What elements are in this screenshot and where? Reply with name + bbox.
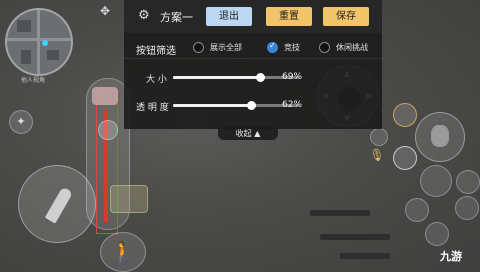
radio-competitive[interactable] (267, 41, 278, 53)
opacity-value: 62% (282, 100, 303, 110)
peek-button[interactable] (393, 103, 417, 127)
fire-button[interactable] (18, 165, 96, 243)
player-marker (42, 40, 48, 46)
filter-option-label: 休闲挑战 (336, 43, 368, 52)
fire-handle[interactable] (92, 87, 118, 105)
exit-button[interactable]: 退出 (206, 7, 252, 26)
toggle-button[interactable] (370, 128, 388, 146)
ammo-button[interactable] (110, 185, 148, 213)
crouch-icon[interactable]: 🚶 (100, 232, 146, 272)
gamepad-icon[interactable]: ✥ (94, 4, 116, 18)
bullet-icon (44, 186, 74, 224)
map-building (17, 20, 31, 32)
collapse-button[interactable]: 收起 ▲ (218, 127, 278, 140)
slider-knob[interactable] (255, 73, 265, 82)
map-building (47, 50, 59, 60)
weapon-tertiary[interactable] (340, 253, 390, 259)
radio-all[interactable] (193, 42, 204, 53)
panel-toolbar: ⚙ 方案一 退出 重置 保存 (124, 0, 382, 33)
radio-casual[interactable] (319, 42, 330, 53)
filter-option-label: 竞技 (284, 43, 300, 52)
watermark-logo: 九游 (440, 250, 462, 263)
filter-label: 按钮筛选 (136, 46, 176, 57)
deer-slot[interactable] (456, 170, 480, 194)
filter-option-all[interactable]: 展示全部 (193, 42, 242, 53)
chevron-up-icon: ▲ (254, 129, 261, 138)
filter-option-label: 展示全部 (210, 43, 242, 52)
save-button[interactable]: 保存 (323, 7, 369, 26)
gear-icon[interactable]: ⚙ (138, 9, 152, 23)
weapon-slots[interactable] (300, 198, 420, 268)
scope-button[interactable] (98, 120, 118, 140)
opacity-slider[interactable] (173, 101, 299, 110)
ammo-slot[interactable] (420, 165, 452, 197)
weapon-secondary[interactable] (320, 234, 390, 240)
item-slot[interactable] (455, 196, 479, 220)
map-building (21, 50, 31, 64)
filter-option-casual[interactable]: 休闲挑战 (319, 42, 368, 53)
size-value: 69% (282, 72, 303, 82)
scheme-name[interactable]: 方案一 (160, 9, 193, 25)
map-road (37, 10, 40, 74)
map-toggle-icon[interactable]: ✦ (9, 110, 33, 134)
divider (124, 58, 382, 59)
weapon-primary[interactable] (310, 210, 370, 216)
opacity-label: 透 明 度 (136, 103, 169, 113)
layout-settings-panel: ⚙ 方案一 退出 重置 保存 按钮筛选 展示全部 竞技 休闲挑战 大 小 69%… (124, 0, 382, 129)
minimap[interactable] (5, 8, 73, 76)
map-caption: 他人视角 (21, 77, 46, 84)
reset-button[interactable]: 重置 (266, 7, 312, 26)
emote-icon[interactable] (393, 146, 417, 170)
grenade-button[interactable] (415, 112, 465, 162)
mic-icon[interactable]: 🎙 (368, 148, 386, 170)
slider-fill (173, 104, 252, 107)
jump-button[interactable] (425, 222, 449, 246)
grenade-icon (431, 125, 449, 147)
size-label: 大 小 (146, 75, 167, 85)
slider-fill (173, 76, 260, 79)
filter-option-competitive[interactable]: 竞技 (267, 41, 300, 53)
collapse-label: 收起 (235, 129, 252, 138)
slider-knob[interactable] (247, 101, 257, 110)
size-slider[interactable] (173, 73, 299, 82)
